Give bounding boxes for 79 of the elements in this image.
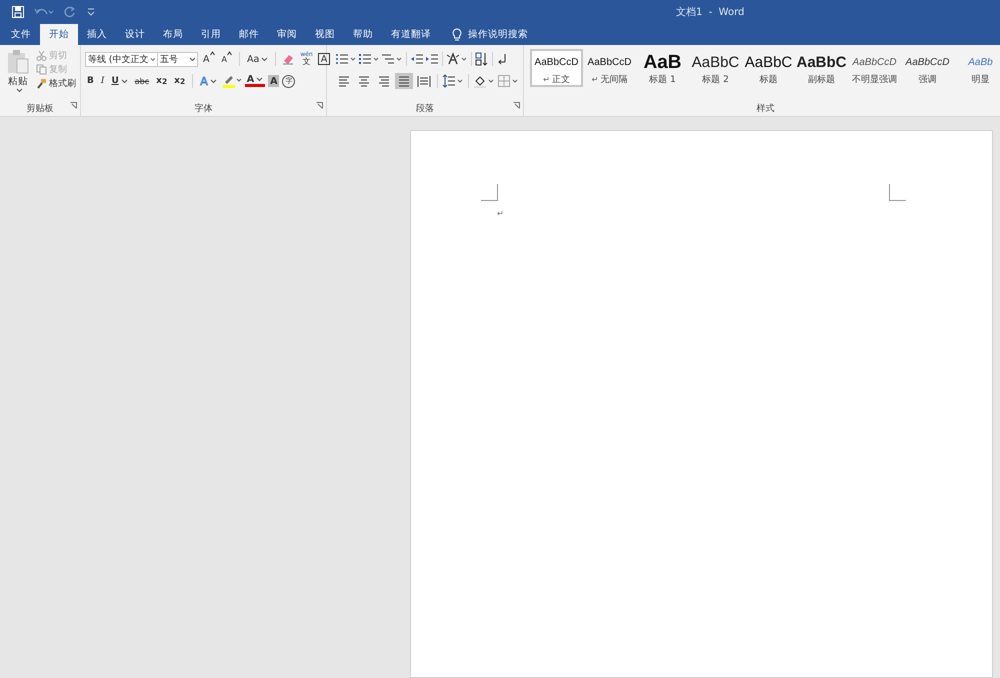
ribbon-tab[interactable]: 引用: [192, 24, 230, 45]
font-color-button[interactable]: A: [244, 75, 266, 87]
style-gallery-item[interactable]: AaBbCcD 强调: [901, 49, 954, 87]
style-gallery-item[interactable]: AaBbCcD 不明显强调: [848, 49, 901, 87]
paragraph-mark: ↵: [592, 75, 598, 84]
bold-button[interactable]: B: [85, 73, 96, 89]
group-label: 剪贴板: [26, 102, 54, 116]
eraser-icon[interactable]: [281, 52, 296, 66]
ribbon-tab[interactable]: 开始: [40, 24, 78, 45]
window-title: 文档1 - Word: [676, 6, 744, 19]
clipboard-icon: [6, 49, 30, 75]
paragraph-marks-icon[interactable]: [496, 52, 508, 66]
style-gallery-item[interactable]: AaBbCcD ↵ 无间隔: [583, 49, 636, 87]
ribbon-tab[interactable]: 审阅: [268, 24, 306, 45]
style-gallery-item[interactable]: AaBb 明显: [954, 49, 1000, 87]
style-gallery-item[interactable]: AaB 标题 1: [636, 49, 689, 87]
multilevel-list-icon[interactable]: [381, 52, 403, 66]
lightbulb-icon[interactable]: [452, 28, 462, 41]
character-shading-button[interactable]: A: [268, 75, 280, 87]
increase-indent-icon[interactable]: [425, 52, 439, 66]
underline-button[interactable]: U: [109, 73, 130, 89]
dropdown-caret-icon: [120, 78, 128, 84]
paragraph-mark: ↵: [543, 75, 550, 84]
style-gallery-item[interactable]: AaBbC 标题 2: [689, 49, 742, 87]
change-case-button[interactable]: Aa: [244, 51, 270, 67]
dialog-launcher-icon[interactable]: [513, 102, 520, 109]
document-page[interactable]: ↵: [410, 130, 993, 678]
asian-layout-icon[interactable]: [446, 52, 468, 66]
scissors-icon: [36, 50, 47, 61]
redo-icon[interactable]: [64, 6, 76, 18]
ribbon-tab[interactable]: 邮件: [230, 24, 268, 45]
group-label: 样式: [756, 102, 776, 116]
dropdown-caret-icon: [210, 78, 217, 84]
character-border-button[interactable]: A: [318, 53, 330, 65]
ribbon-tab[interactable]: 视图: [306, 24, 344, 45]
font-size-dropdown[interactable]: 五号: [158, 52, 198, 66]
shrink-font-button[interactable]: A: [220, 51, 234, 67]
style-gallery-item[interactable]: AaBbC 副标题: [795, 49, 848, 87]
dropdown-caret-icon: [189, 56, 196, 62]
brush-icon: [36, 78, 47, 89]
numbered-list-icon[interactable]: [358, 52, 380, 66]
caret-icon: [210, 51, 214, 56]
dropdown-caret-icon: [16, 88, 22, 93]
ribbon-tab[interactable]: 文件: [2, 24, 40, 45]
group-label: 段落: [415, 102, 435, 116]
tell-me-search[interactable]: 操作说明搜索: [468, 28, 528, 41]
crop-mark: [481, 184, 498, 201]
sort-icon[interactable]: [475, 52, 489, 66]
dialog-launcher-icon[interactable]: [316, 102, 323, 109]
decrease-indent-icon[interactable]: [410, 52, 424, 66]
grow-font-button[interactable]: A: [201, 51, 216, 67]
group-label: 字体: [194, 102, 214, 116]
style-gallery-item[interactable]: AaBbCcD ↵ 正文: [530, 49, 583, 87]
paragraph-mark: ↵: [497, 208, 504, 220]
dropdown-caret-icon: [256, 77, 264, 82]
dropdown-caret-icon: [261, 56, 268, 62]
ribbon-tab[interactable]: 布局: [154, 24, 192, 45]
ribbon-tab[interactable]: 有道翻译: [382, 24, 440, 45]
clipboard-command[interactable]: 格式刷: [36, 77, 76, 90]
line-spacing-icon[interactable]: [442, 74, 464, 88]
bullet-list-icon[interactable]: [335, 52, 357, 66]
copy-icon: [36, 64, 47, 75]
dialog-launcher-icon[interactable]: [70, 102, 77, 109]
caret-icon: [226, 51, 232, 56]
ribbon-tab[interactable]: 帮助: [344, 24, 382, 45]
crop-mark: [889, 184, 906, 201]
highlighter-icon[interactable]: [222, 73, 242, 89]
dropdown-caret-icon: [150, 56, 156, 62]
justify-icon[interactable]: [395, 73, 413, 89]
italic-button[interactable]: I: [98, 73, 106, 89]
font-name-dropdown[interactable]: 等线 (中文正文: [85, 52, 158, 66]
ribbon-tab[interactable]: 设计: [116, 24, 154, 45]
paste-button[interactable]: 粘贴: [4, 49, 32, 102]
strikethrough-button[interactable]: abc: [132, 73, 152, 89]
ribbon-tab[interactable]: 插入: [78, 24, 116, 45]
save-icon[interactable]: [12, 6, 24, 18]
style-gallery-item[interactable]: AaBbC 标题: [742, 49, 795, 87]
distribute-icon[interactable]: [415, 73, 433, 89]
customize-toolbar-icon[interactable]: [86, 6, 96, 18]
